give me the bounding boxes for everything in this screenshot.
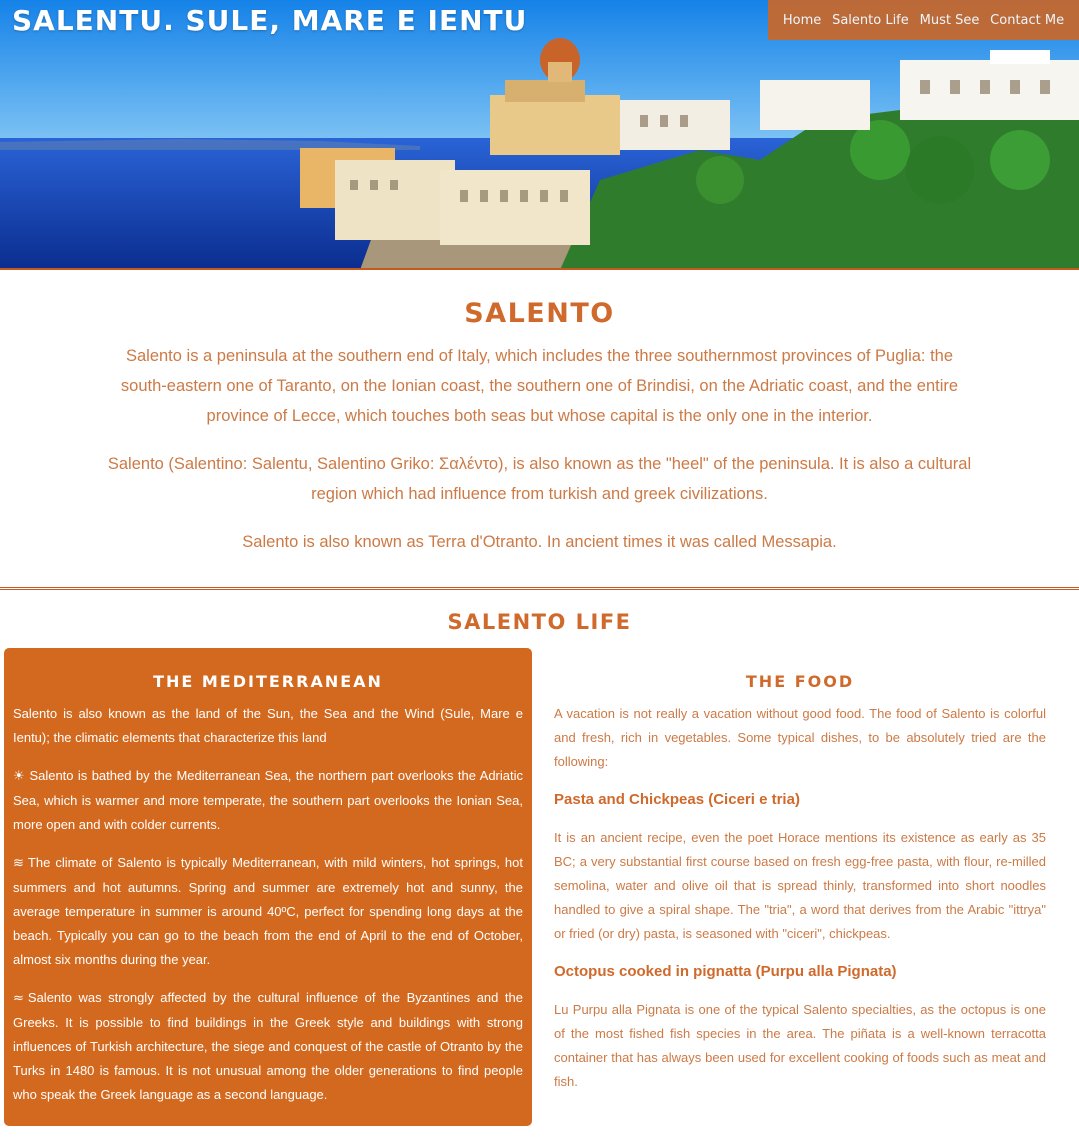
salento-life-section: SALENTO LIFE THE MEDITERRANEAN Salento i… <box>0 610 1079 1126</box>
mediterranean-item: ≈ Salento was strongly affected by the cu… <box>13 986 523 1107</box>
nav-salento-life[interactable]: Salento Life <box>832 13 909 28</box>
food-section: THE FOOD A vacation is not really a vaca… <box>532 648 1052 1126</box>
mediterranean-card: THE MEDITERRANEAN Salento is also known … <box>4 648 532 1126</box>
coastal-town-image <box>0 0 1079 268</box>
mediterranean-item-text: The climate of Salento is typically Medi… <box>13 855 523 967</box>
intro-paragraph-2: Salento (Salentino: Salentu, Salentino G… <box>107 455 972 503</box>
nav-contact-me[interactable]: Contact Me <box>990 13 1064 28</box>
dish-title: Octopus cooked in pignatta (Purpu alla P… <box>554 963 897 980</box>
salento-life-title: SALENTO LIFE <box>447 610 632 634</box>
water-icon: ≋ <box>13 856 24 871</box>
mediterranean-title: THE MEDITERRANEAN <box>153 672 383 691</box>
nav-must-see[interactable]: Must See <box>920 13 980 28</box>
intro-section: SALENTO Salento is a peninsula at the so… <box>0 270 1079 590</box>
dish-title: Pasta and Chickpeas (Ciceri e tria) <box>554 791 800 808</box>
intro-paragraph-3: Salento is also known as Terra d'Otranto… <box>242 533 837 551</box>
sun-icon: ☀ <box>13 769 26 784</box>
dish-description: Lu Purpu alla Pignata is one of the typi… <box>554 1002 1046 1089</box>
intro-title: SALENTO <box>464 298 615 329</box>
mediterranean-item: ☀ Salento is bathed by the Mediterranean … <box>13 764 523 837</box>
nav-home[interactable]: Home <box>783 13 821 28</box>
mediterranean-intro: Salento is also known as the land of the… <box>13 706 523 745</box>
food-title: THE FOOD <box>745 672 855 691</box>
intro-paragraph-1: Salento is a peninsula at the southern e… <box>120 347 959 425</box>
mediterranean-item: ≋ The climate of Salento is typically Med… <box>13 851 523 972</box>
site-title: SALENTU. SULE, MARE E IENTU <box>12 4 528 37</box>
food-intro: A vacation is not really a vacation with… <box>554 706 1046 769</box>
mediterranean-item-text: Salento is bathed by the Mediterranean S… <box>13 768 523 832</box>
wind-icon: ≈ <box>13 991 24 1006</box>
dish-description: It is an ancient recipe, even the poet H… <box>554 830 1046 941</box>
mediterranean-item-text: Salento was strongly affected by the cul… <box>13 990 523 1102</box>
hero-banner: SALENTU. SULE, MARE E IENTU Home Salento… <box>0 0 1079 270</box>
main-nav: Home Salento Life Must See Contact Me <box>768 0 1079 40</box>
